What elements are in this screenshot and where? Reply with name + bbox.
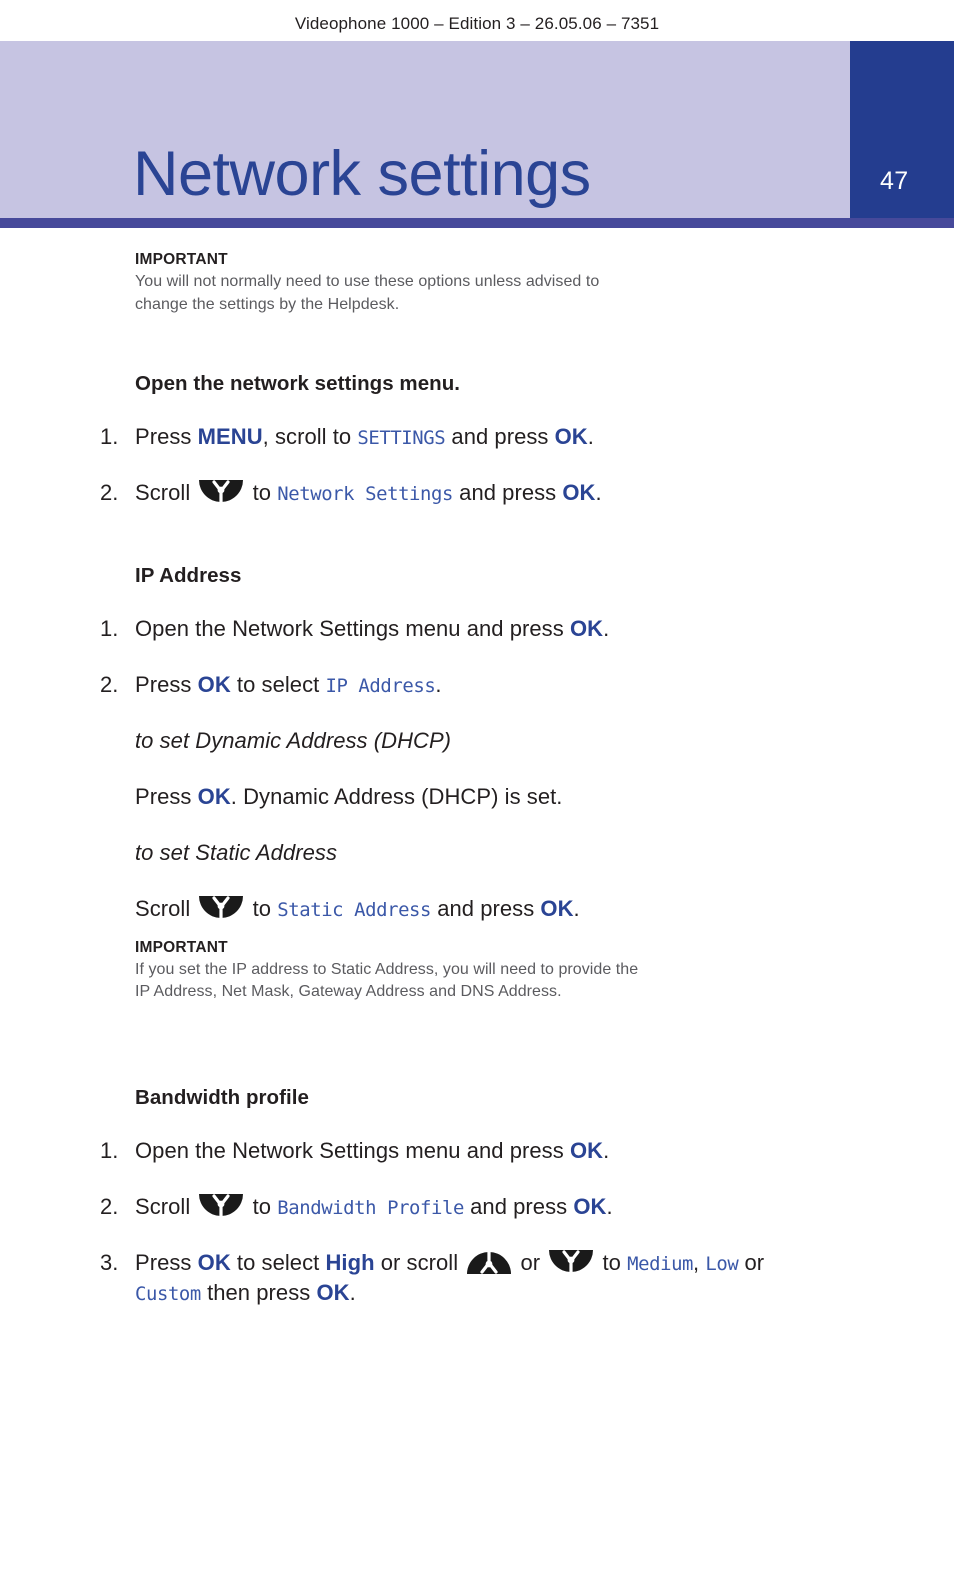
step-text: , scroll to xyxy=(262,424,358,450)
scroll-down-icon xyxy=(198,1193,244,1219)
scroll-up-icon xyxy=(466,1248,512,1275)
step-text: Open the Network Settings menu and press xyxy=(135,1137,570,1163)
para-text: . Dynamic Address (DHCP) is set. xyxy=(230,783,563,809)
key-menu: MENU xyxy=(197,424,263,450)
key-ok: OK xyxy=(316,1279,350,1305)
step-text: . xyxy=(606,1193,613,1219)
step-open-menu-2: 2. Scroll to Network Settings and press O… xyxy=(100,478,835,508)
running-head: Videophone 1000 – Edition 3 – 26.05.06 –… xyxy=(294,14,660,33)
page-title: Network settings xyxy=(133,139,591,209)
step-bandwidth-3: 3. Press OK to select High or scroll or t… xyxy=(100,1248,835,1308)
lcd-ip-address: IP Address xyxy=(325,675,436,698)
step-text: . xyxy=(435,672,442,698)
key-ok: OK xyxy=(197,1249,231,1275)
para-text: Press xyxy=(135,783,198,809)
important-note-top: IMPORTANT You will not normally need to … xyxy=(135,250,775,316)
key-ok: OK xyxy=(554,424,588,450)
steps-open-menu: 1. Press MENU, scroll to SETTINGS and pre… xyxy=(0,422,954,508)
text-dynamic-address-body: Press OK. Dynamic Address (DHCP) is set. xyxy=(135,782,835,812)
para-text: and press xyxy=(431,895,541,921)
step-text: or xyxy=(514,1249,547,1275)
section-heading-open-menu: Open the network settings menu. xyxy=(135,372,461,396)
step-number: 2. xyxy=(100,1193,119,1219)
key-ok: OK xyxy=(573,1193,607,1219)
step-number: 3. xyxy=(100,1249,119,1275)
key-high: High xyxy=(325,1249,375,1275)
step-number: 1. xyxy=(100,424,119,450)
key-ok: OK xyxy=(569,616,604,642)
step-text: and press xyxy=(463,1193,574,1219)
step-text: to xyxy=(596,1249,628,1275)
lcd-network-settings: Network Settings xyxy=(277,483,453,506)
text-static-address-body: Scroll to Static Address and press OK. xyxy=(135,894,835,924)
important-label: IMPORTANT xyxy=(135,251,228,268)
key-ok: OK xyxy=(569,1137,604,1163)
step-number: 1. xyxy=(100,616,119,642)
page-header-band: Network settings 47 xyxy=(0,41,954,218)
step-text: Press xyxy=(135,672,198,698)
step-ip-address-1: 1. Open the Network Settings menu and pre… xyxy=(100,614,835,644)
step-ip-address-2: 2. Press OK to select IP Address. xyxy=(100,670,835,700)
lcd-static-address: Static Address xyxy=(277,898,432,921)
scroll-down-icon xyxy=(548,1249,594,1275)
lcd-settings: SETTINGS xyxy=(357,427,446,450)
step-bandwidth-1: 1. Open the Network Settings menu and pre… xyxy=(100,1136,835,1166)
step-text: . xyxy=(603,616,610,642)
step-number: 1. xyxy=(100,1137,119,1163)
important-label: IMPORTANT xyxy=(135,938,228,956)
key-ok: OK xyxy=(197,783,231,809)
important-note-top-line1: You will not normally need to use these … xyxy=(135,272,600,290)
step-number: 2. xyxy=(100,672,119,698)
step-number: 2. xyxy=(100,480,119,506)
lcd-medium: Medium xyxy=(627,1252,694,1275)
step-text: to select xyxy=(230,1249,326,1275)
header-rule xyxy=(0,218,954,228)
important-note-static-line2: IP Address, Net Mask, Gateway Address an… xyxy=(135,983,562,1001)
key-ok: OK xyxy=(197,672,231,698)
step-text: or scroll xyxy=(374,1249,465,1275)
step-open-menu-1: 1. Press MENU, scroll to SETTINGS and pre… xyxy=(100,422,835,452)
section-heading-ip-address: IP Address xyxy=(135,564,242,588)
step-text: Press xyxy=(135,1249,198,1275)
step-text: . xyxy=(587,424,594,450)
step-text: . xyxy=(595,480,602,506)
scroll-down-icon xyxy=(198,895,244,921)
step-text: to xyxy=(246,480,278,506)
step-text: Scroll xyxy=(135,480,197,506)
step-text: . xyxy=(603,1137,610,1163)
para-text: Scroll xyxy=(135,895,197,921)
steps-bandwidth: 1. Open the Network Settings menu and pre… xyxy=(0,1136,954,1308)
step-text: or xyxy=(738,1249,765,1275)
step-text: , xyxy=(693,1249,706,1275)
label-set-dynamic-address: to set Dynamic Address (DHCP) xyxy=(135,727,452,753)
step-text: to select xyxy=(230,672,326,698)
step-text: to xyxy=(246,1193,278,1219)
step-text: . xyxy=(349,1279,356,1305)
step-text: then press xyxy=(200,1279,317,1305)
label-set-static-address: to set Static Address xyxy=(135,839,337,865)
step-bandwidth-2: 2. Scroll to Bandwidth Profile and press … xyxy=(100,1192,835,1222)
page-number: 47 xyxy=(880,167,909,195)
step-text: Scroll xyxy=(135,1193,197,1219)
key-ok: OK xyxy=(562,480,596,506)
step-text: Press xyxy=(135,424,198,450)
step-text: Open the Network Settings menu and press xyxy=(135,616,570,642)
page-content: IMPORTANT You will not normally need to … xyxy=(0,250,954,1308)
important-note-static: IMPORTANT If you set the IP address to S… xyxy=(135,938,815,1004)
step-text: and press xyxy=(453,480,563,506)
lcd-custom: Custom xyxy=(135,1282,201,1305)
step-text: and press xyxy=(445,424,555,450)
lcd-bandwidth-profile: Bandwidth Profile xyxy=(277,1196,464,1219)
scroll-down-icon xyxy=(198,479,244,506)
para-text: to xyxy=(246,895,278,921)
important-note-static-line1: If you set the IP address to Static Addr… xyxy=(135,960,639,978)
steps-ip-address: 1. Open the Network Settings menu and pre… xyxy=(0,614,954,700)
lcd-low: Low xyxy=(705,1252,739,1275)
section-heading-bandwidth-profile: Bandwidth profile xyxy=(135,1085,309,1109)
para-text: . xyxy=(573,895,580,921)
important-note-top-line2: change the settings by the Helpdesk. xyxy=(135,295,400,313)
key-ok: OK xyxy=(540,895,574,921)
